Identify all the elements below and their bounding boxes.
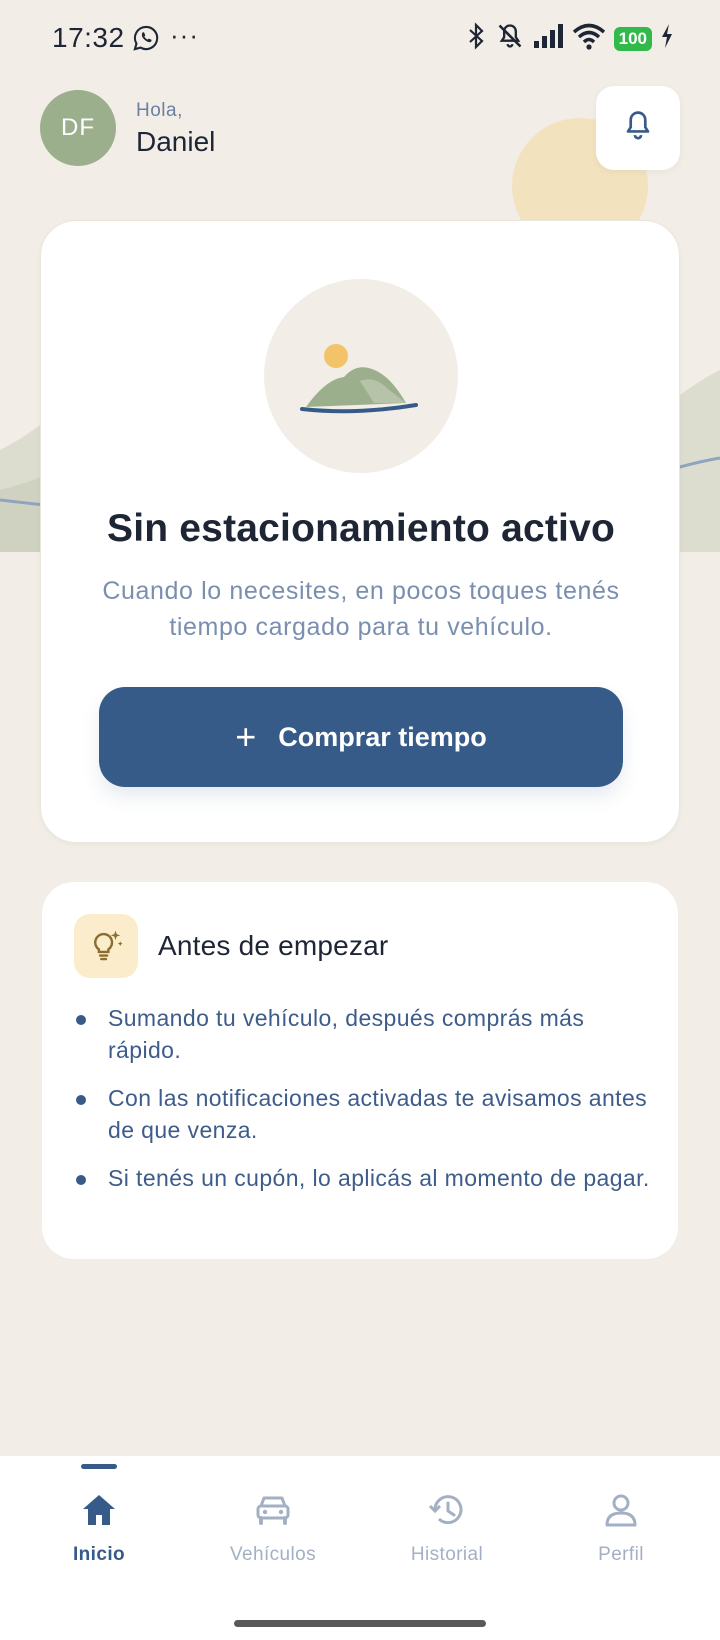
battery-indicator: 100 xyxy=(613,26,652,51)
tips-card: Antes de empezar Sumando tu vehículo, de… xyxy=(42,882,678,1259)
list-item: Con las notificaciones activadas te avis… xyxy=(74,1082,654,1146)
nav-item-inicio[interactable]: Inicio xyxy=(14,1486,184,1566)
card-title: Sin estacionamiento activo xyxy=(106,507,615,550)
tip-text: Si tenés un cupón, lo aplicás al momento… xyxy=(108,1165,650,1191)
bluetooth-icon xyxy=(464,22,488,55)
plus-icon: + xyxy=(235,716,257,757)
bell-icon xyxy=(623,109,653,148)
more-notifications-icon: ··· xyxy=(170,20,199,50)
buy-time-button[interactable]: + Comprar tiempo xyxy=(99,687,623,787)
user-name: Daniel xyxy=(136,126,216,157)
nav-label-vehiculos: Vehículos xyxy=(230,1544,316,1565)
person-icon xyxy=(536,1486,706,1534)
bullet-icon xyxy=(76,1015,86,1025)
greeting-label: Hola, xyxy=(136,100,183,121)
wifi-icon xyxy=(572,22,606,55)
lightbulb-icon xyxy=(74,914,138,978)
nav-item-vehiculos[interactable]: Vehículos xyxy=(188,1486,358,1566)
bottom-navigation: Inicio Vehículos Historial Perfil xyxy=(0,1456,720,1640)
notifications-button[interactable] xyxy=(596,86,680,170)
nav-item-perfil[interactable]: Perfil xyxy=(536,1486,706,1566)
nav-label-inicio: Inicio xyxy=(72,1544,125,1565)
history-icon xyxy=(362,1486,532,1534)
signal-icon xyxy=(532,23,564,54)
bullet-icon xyxy=(76,1175,86,1185)
empty-state-illustration xyxy=(264,279,458,473)
bullet-icon xyxy=(76,1095,86,1105)
active-tab-indicator xyxy=(81,1464,117,1469)
list-item: Sumando tu vehículo, después comprás más… xyxy=(74,1002,654,1066)
tips-list: Sumando tu vehículo, después comprás más… xyxy=(74,1002,654,1210)
parking-status-card: Sin estacionamiento activo Cuando lo nec… xyxy=(40,220,680,843)
avatar[interactable]: DF xyxy=(40,90,116,166)
home-icon xyxy=(14,1486,184,1534)
list-item: Si tenés un cupón, lo aplicás al momento… xyxy=(74,1162,654,1194)
status-bar: 17:32 ··· 100 xyxy=(0,0,720,80)
whatsapp-icon xyxy=(132,24,160,57)
charging-icon xyxy=(660,23,674,54)
tip-text: Con las notificaciones activadas te avis… xyxy=(108,1085,648,1143)
tips-title: Antes de empezar xyxy=(158,930,389,961)
tip-text: Sumando tu vehículo, después comprás más… xyxy=(108,1005,585,1063)
nav-item-historial[interactable]: Historial xyxy=(362,1486,532,1566)
nav-label-perfil: Perfil xyxy=(598,1544,644,1565)
status-time: 17:32 xyxy=(52,22,125,53)
nav-label-historial: Historial xyxy=(410,1544,484,1565)
home-gesture-bar[interactable] xyxy=(234,1620,486,1627)
car-icon xyxy=(188,1486,358,1534)
buy-time-label: Comprar tiempo xyxy=(278,721,487,752)
muted-bell-icon xyxy=(496,22,524,55)
header: DF Hola, Daniel xyxy=(40,86,680,170)
card-description: Cuando lo necesites, en pocos toques ten… xyxy=(102,577,620,641)
